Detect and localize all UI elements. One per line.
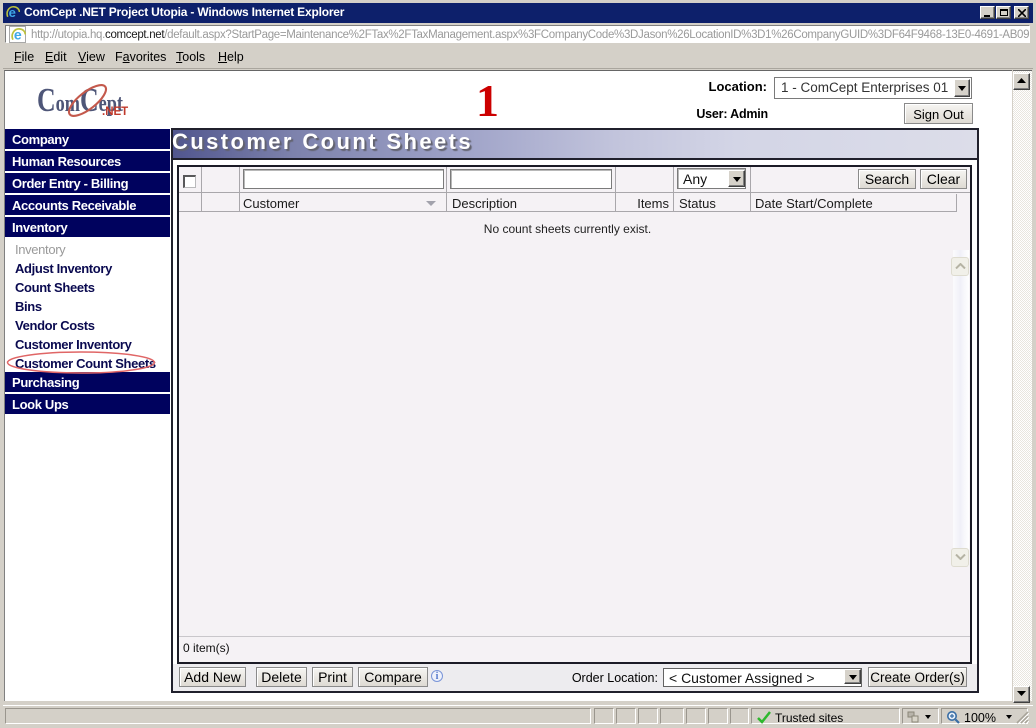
svg-text:.NET: .NET bbox=[102, 106, 128, 118]
